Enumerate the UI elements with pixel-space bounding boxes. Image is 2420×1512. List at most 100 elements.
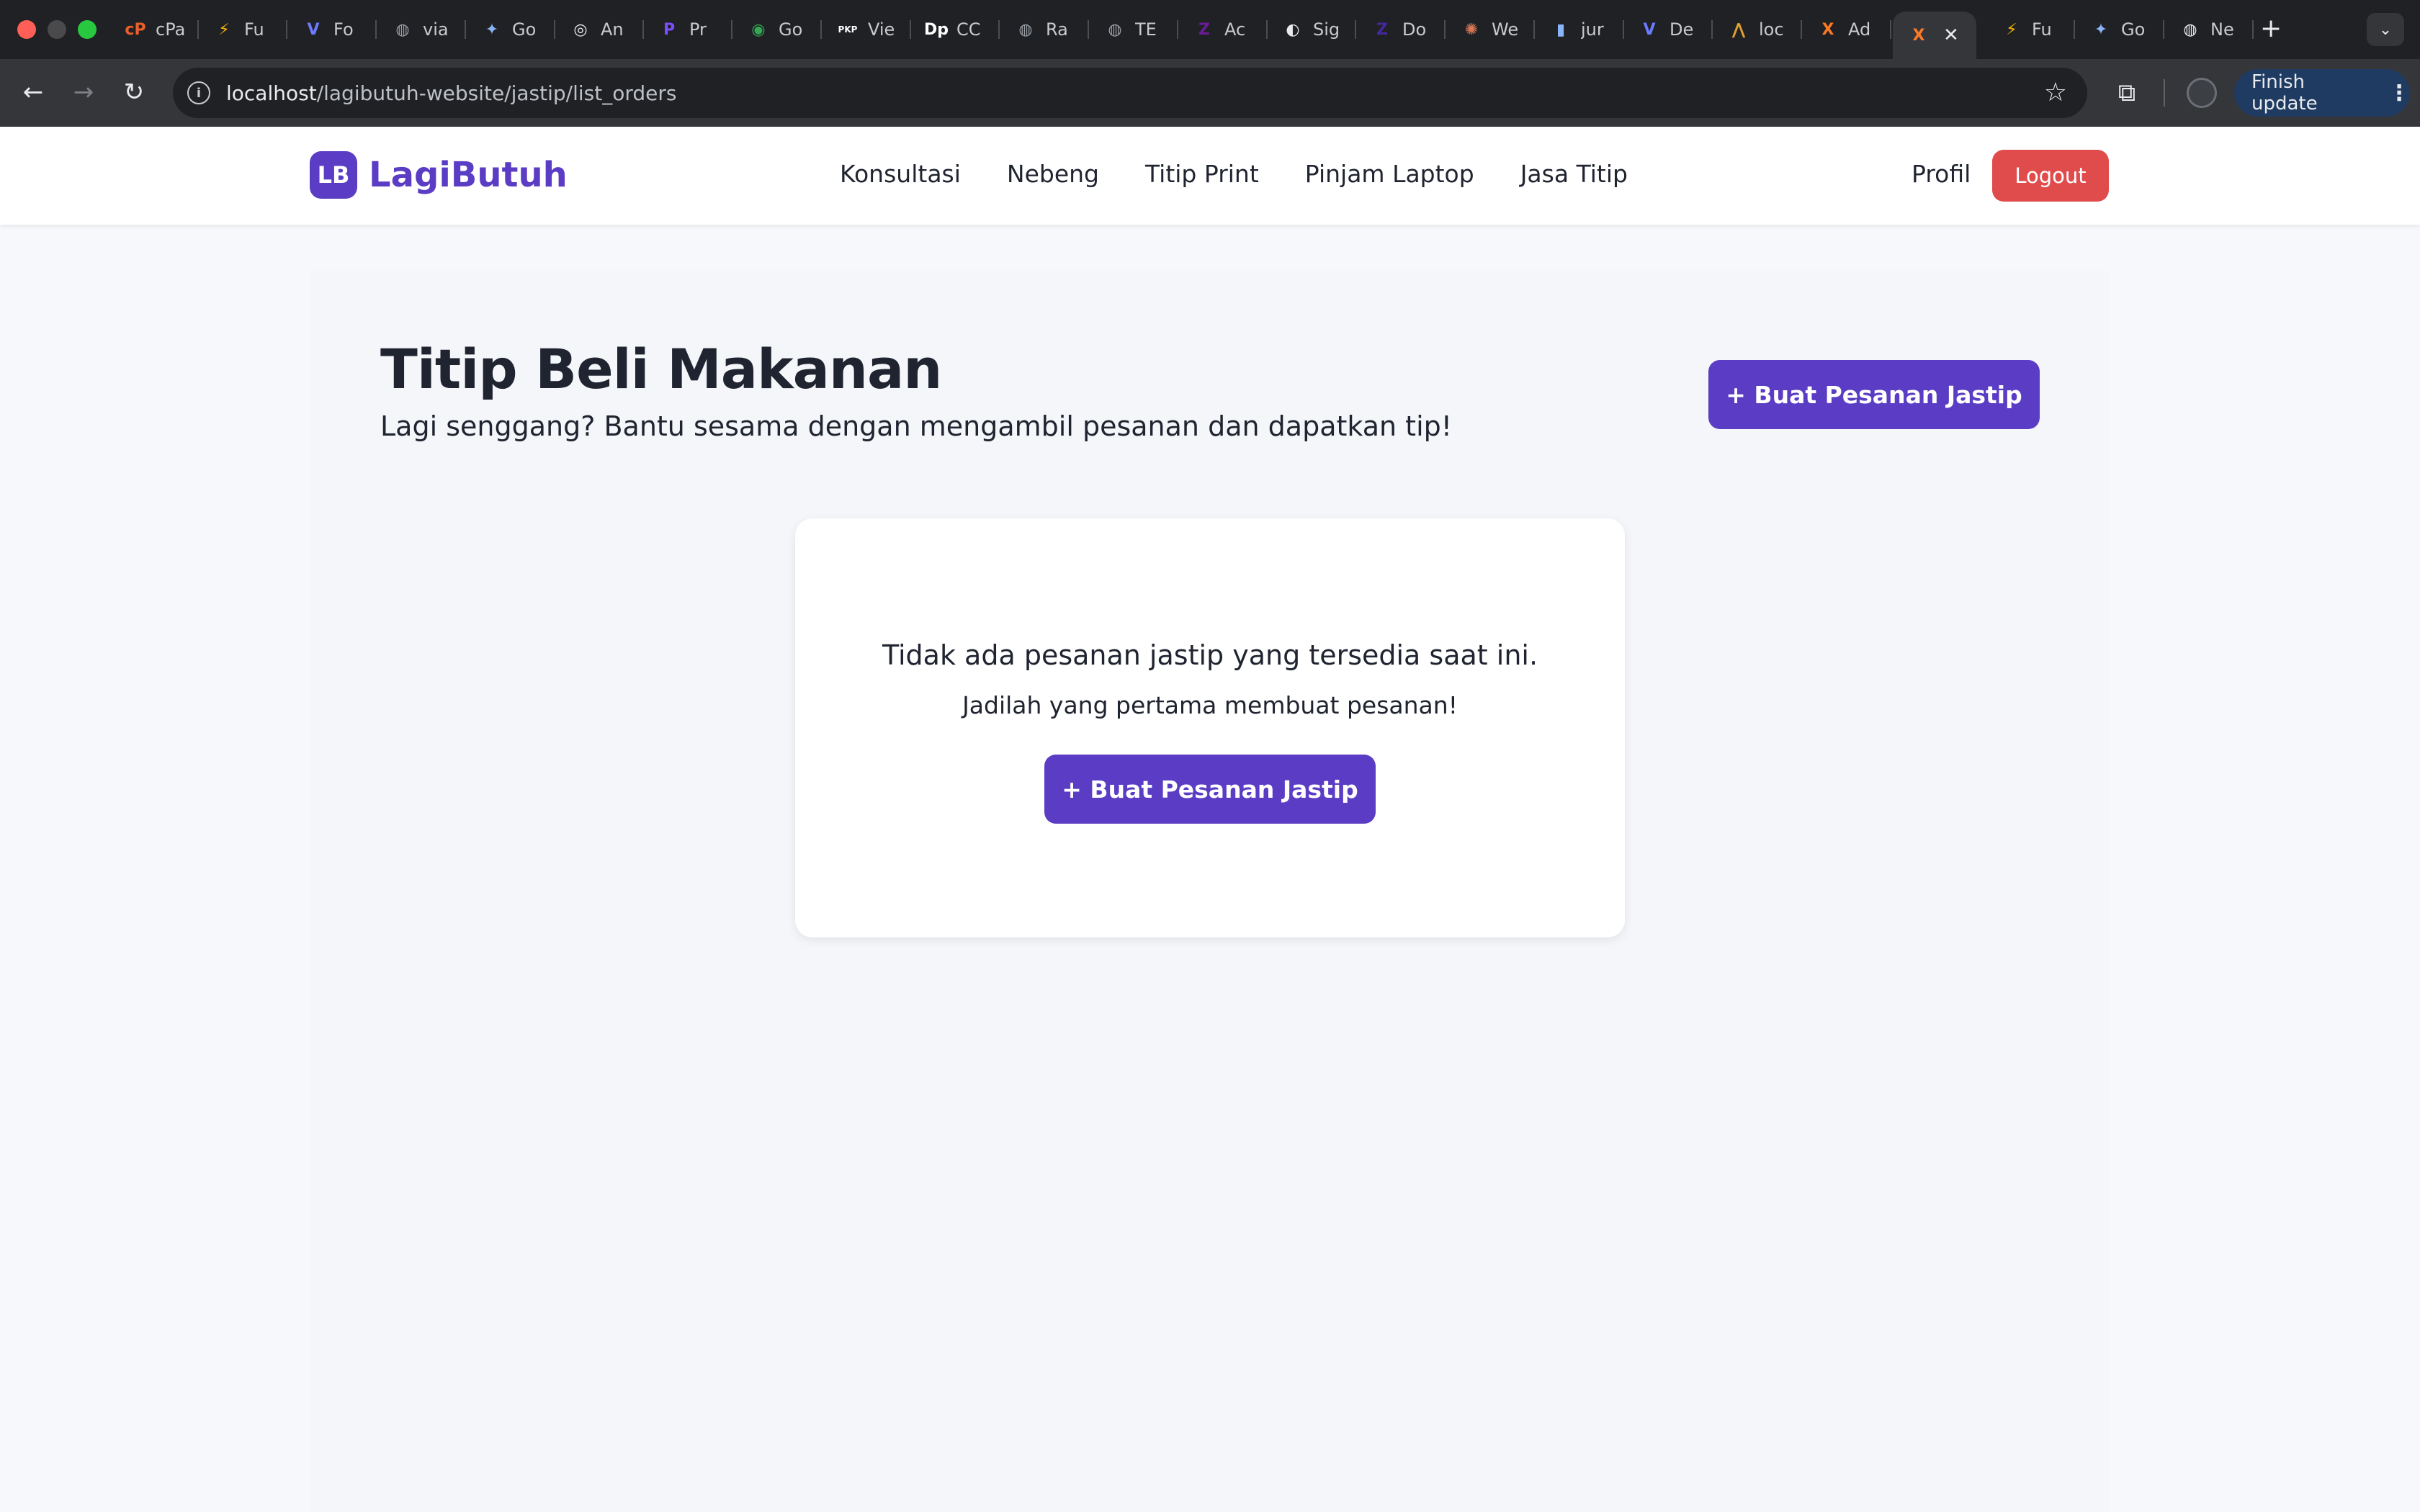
browser-tab[interactable]: cP cPanel: [109, 12, 199, 48]
tab-title: via: [423, 19, 449, 40]
browser-tab[interactable]: ⋀ loc: [1713, 12, 1802, 48]
browser-tab[interactable]: X ✕: [1893, 12, 1976, 59]
empty-state-message: Tidak ada pesanan jastip yang tersedia s…: [882, 639, 1538, 671]
tab-title: We: [1492, 19, 1519, 40]
browser-tab[interactable]: PKP Vie: [822, 12, 911, 48]
browser-tab[interactable]: Z Do: [1356, 12, 1446, 48]
tab-title: Go: [2121, 19, 2146, 40]
browser-tab[interactable]: ✦ Go: [2075, 12, 2164, 48]
chevron-down-icon: ⌄: [2378, 20, 2393, 39]
arrow-left-icon: ←: [22, 78, 44, 107]
browser-tab[interactable]: ✺ We: [1446, 12, 1535, 48]
tab-search-button[interactable]: ⌄: [2367, 13, 2404, 46]
app-icon: Z: [1376, 20, 1388, 39]
tab-title: Ac: [1224, 19, 1246, 40]
browser-tab[interactable]: ◎ An: [555, 12, 644, 48]
bolt-icon: ⚡: [2006, 20, 2017, 39]
tab-title: An: [601, 19, 624, 40]
profile-link[interactable]: Profil: [1912, 160, 1971, 188]
browser-tab[interactable]: V De: [1623, 12, 1713, 48]
empty-state-create-button[interactable]: + Buat Pesanan Jastip: [1044, 755, 1376, 824]
globe-icon: ◍: [1108, 20, 1122, 39]
browser-tab[interactable]: V Fo: [287, 12, 377, 48]
cpanel-icon: cP: [125, 20, 146, 39]
tab-title: cPanel: [156, 19, 184, 40]
finish-update-label: Finish update: [2251, 71, 2318, 114]
back-button[interactable]: ←: [16, 75, 50, 109]
browser-tab[interactable]: ⚡ Fu: [1986, 12, 2075, 48]
url-path: /lagibutuh-website/jastip/list_orders: [316, 81, 677, 105]
maximize-window-button[interactable]: [78, 20, 97, 39]
content-panel: Titip Beli Makanan Lagi senggang? Bantu …: [310, 271, 2109, 1512]
nav-jasa-titip[interactable]: Jasa Titip: [1520, 160, 1628, 188]
url-host: localhost: [226, 81, 317, 105]
reload-icon: ↻: [123, 78, 145, 107]
address-bar[interactable]: i localhost/lagibutuh-website/jastip/lis…: [173, 68, 2087, 118]
more-vertical-icon: ⋮: [2388, 80, 2410, 106]
bolt-icon: ⚡: [218, 20, 230, 39]
browser-tab[interactable]: ◉ Go: [732, 12, 822, 48]
openai-icon: ◎: [573, 20, 588, 39]
close-window-button[interactable]: [17, 20, 36, 39]
tab-title: Fo: [333, 19, 354, 40]
browser-tab[interactable]: ▮ jur: [1535, 12, 1624, 48]
dp-icon: Dp: [924, 20, 949, 39]
create-jastip-order-button[interactable]: + Buat Pesanan Jastip: [1708, 360, 2040, 429]
xampp-icon: X: [1821, 20, 1834, 39]
chrome-icon: ◍: [2183, 20, 2197, 39]
site-info-icon[interactable]: i: [187, 81, 210, 104]
finish-update-button[interactable]: Finish update ⋮: [2234, 69, 2410, 117]
brand-logo[interactable]: LB LagiButuh: [310, 151, 568, 199]
nav-titip-print[interactable]: Titip Print: [1145, 160, 1259, 188]
app-icon: P: [663, 20, 676, 39]
url-text[interactable]: localhost/lagibutuh-website/jastip/list_…: [226, 81, 676, 105]
browser-tab[interactable]: ◐ Sig: [1267, 12, 1356, 48]
vercel-icon: V: [1643, 20, 1656, 39]
tab-title: Go: [779, 19, 803, 40]
browser-tab[interactable]: ✦ Go: [466, 12, 555, 48]
nav-konsultasi[interactable]: Konsultasi: [840, 160, 961, 188]
github-icon: ◐: [1286, 20, 1300, 39]
tab-title: Pr: [689, 19, 707, 40]
gemini-icon: ✦: [485, 20, 499, 39]
vercel-icon: V: [307, 20, 320, 39]
globe-icon: ◍: [1018, 20, 1033, 39]
empty-state-submessage: Jadilah yang pertama membuat pesanan!: [962, 691, 1458, 719]
forward-button[interactable]: →: [66, 75, 101, 109]
bookmark-star-icon[interactable]: ☆: [2044, 78, 2067, 107]
reload-button[interactable]: ↻: [117, 75, 151, 109]
toolbar-divider: [2164, 79, 2165, 107]
profile-avatar[interactable]: [2187, 78, 2217, 108]
close-tab-icon[interactable]: ✕: [1943, 24, 1959, 46]
browser-tab[interactable]: ◍ TE: [1089, 12, 1178, 48]
logout-button[interactable]: Logout: [1992, 150, 2109, 202]
browser-tab[interactable]: ◍ Ra: [1000, 12, 1089, 48]
claude-icon: ✺: [1464, 20, 1479, 39]
browser-tab[interactable]: X Ad: [1802, 12, 1891, 48]
nav-nebeng[interactable]: Nebeng: [1007, 160, 1099, 188]
tab-title: CC: [956, 19, 981, 40]
nav-pinjam-laptop[interactable]: Pinjam Laptop: [1305, 160, 1474, 188]
tab-title: De: [1670, 19, 1694, 40]
xampp-icon: X: [1912, 26, 1925, 45]
doc-icon: ▮: [1556, 20, 1566, 39]
new-tab-button[interactable]: +: [2260, 16, 2282, 42]
tab-title: Go: [512, 19, 537, 40]
browser-tab[interactable]: ◍ via: [377, 12, 466, 48]
app-icon: Z: [1198, 20, 1210, 39]
tab-title: Do: [1402, 19, 1427, 40]
tab-title: Ne: [2210, 19, 2234, 40]
browser-tab[interactable]: Dp CC: [910, 12, 1000, 48]
browser-tabstrip: cP cPanel ⚡ Fu V Fo ◍ via ✦ Go ◎ An P Pr ◉ Go PKP Vie Dp CC…: [0, 0, 2420, 59]
browser-tab[interactable]: Z Ac: [1178, 12, 1268, 48]
gemini-icon: ✦: [2094, 20, 2108, 39]
browser-tab[interactable]: ◍ Ne: [2164, 12, 2254, 48]
browser-tab[interactable]: ⚡ Fu: [198, 12, 287, 48]
site-header: LB LagiButuh Konsultasi Nebeng Titip Pri…: [0, 127, 2420, 225]
browser-tab[interactable]: P Pr: [643, 12, 732, 48]
extensions-puzzle-icon[interactable]: ⧉: [2110, 76, 2143, 109]
globe-icon: ◍: [395, 20, 410, 39]
tab-title: Vie: [868, 19, 895, 40]
tab-title: TE: [1135, 19, 1157, 40]
minimize-window-button[interactable]: [48, 20, 66, 39]
